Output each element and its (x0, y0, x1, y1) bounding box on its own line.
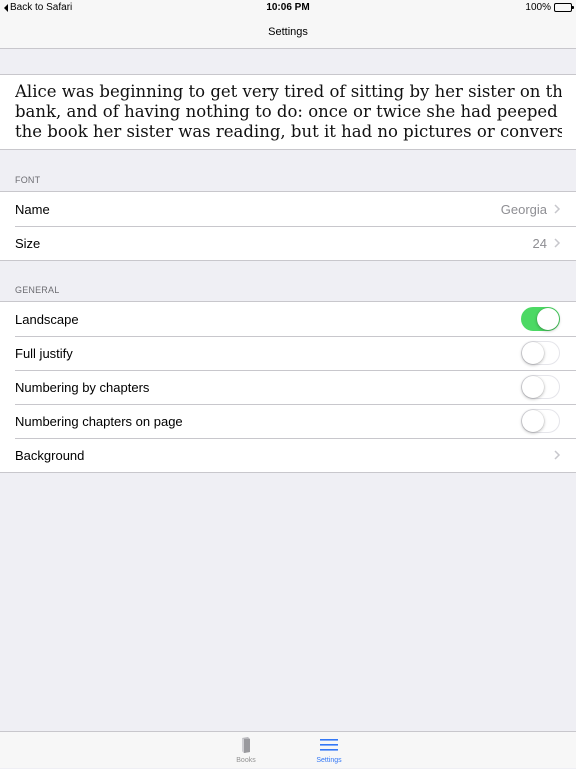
tab-books[interactable]: Books (216, 732, 276, 769)
general-section-header: GENERAL (15, 285, 60, 295)
tab-bar: Books Settings (0, 731, 576, 768)
book-icon (242, 737, 250, 753)
status-bar: Back to Safari 10:06 PM 100% (0, 0, 576, 16)
full-justify-label: Full justify (15, 345, 73, 361)
general-settings-group: Landscape Full justify Numbering by chap… (0, 301, 576, 473)
status-time: 10:06 PM (266, 2, 310, 13)
preview-line: bank, and of having nothing to do: once … (15, 102, 562, 121)
tab-settings-label: Settings (316, 757, 342, 764)
numbering-on-page-label: Numbering chapters on page (15, 413, 183, 429)
font-size-value: 24 (532, 235, 547, 251)
preview-line: the book her sister was reading, but it … (15, 122, 562, 141)
font-size-label: Size (15, 235, 41, 251)
battery-percent: 100% (525, 2, 551, 13)
font-name-label: Name (15, 201, 50, 217)
background-label: Background (15, 447, 85, 463)
font-name-row[interactable]: Name Georgia (0, 192, 576, 226)
preview-line: Alice was beginning to get very tired of… (15, 82, 562, 101)
font-size-row[interactable]: Size 24 (0, 226, 576, 260)
tab-books-label: Books (236, 757, 256, 764)
font-section-header: FONT (15, 175, 41, 185)
full-justify-row: Full justify (0, 336, 576, 370)
page-title: Settings (268, 26, 308, 38)
list-icon (320, 739, 338, 751)
chevron-right-icon (554, 204, 561, 214)
tab-settings[interactable]: Settings (299, 732, 359, 769)
landscape-toggle[interactable] (521, 307, 560, 331)
numbering-by-chapters-toggle[interactable] (521, 375, 560, 399)
font-settings-group: Name Georgia Size 24 (0, 191, 576, 261)
navigation-bar: Settings (0, 16, 576, 49)
font-name-value: Georgia (500, 201, 547, 217)
background-row[interactable]: Background (0, 438, 576, 472)
chevron-right-icon (554, 450, 561, 460)
landscape-label: Landscape (15, 311, 79, 327)
landscape-row: Landscape (0, 302, 576, 336)
numbering-on-page-toggle[interactable] (521, 409, 560, 433)
numbering-by-chapters-label: Numbering by chapters (15, 379, 150, 395)
battery-indicator: 100% (525, 2, 574, 13)
full-justify-toggle[interactable] (521, 341, 560, 365)
numbering-on-page-row: Numbering chapters on page (0, 404, 576, 438)
battery-icon (554, 3, 574, 12)
numbering-by-chapters-row: Numbering by chapters (0, 370, 576, 404)
chevron-right-icon (554, 238, 561, 248)
font-preview: Alice was beginning to get very tired of… (0, 74, 576, 150)
